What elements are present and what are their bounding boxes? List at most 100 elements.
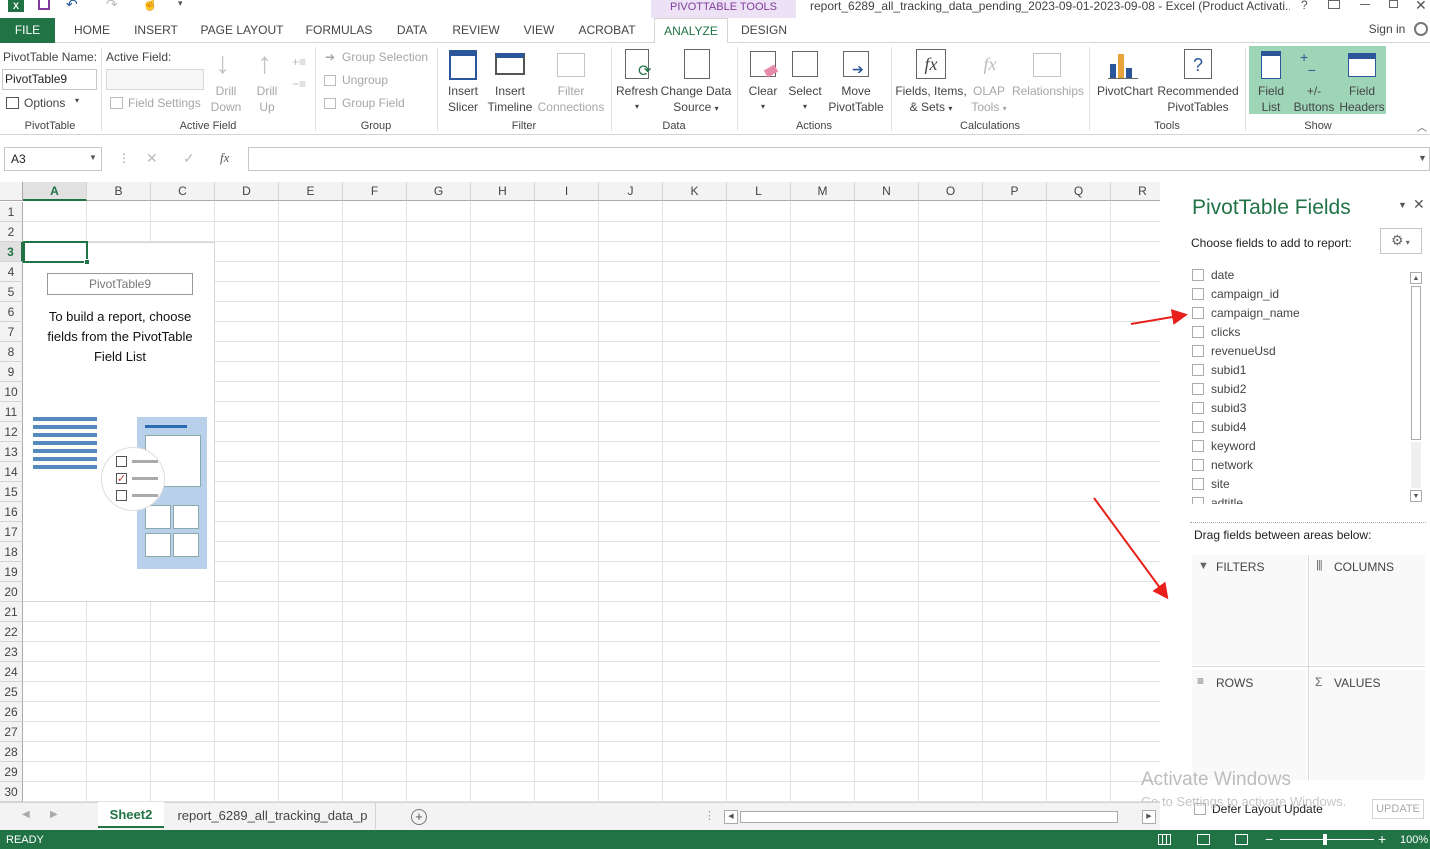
field-checkbox[interactable] bbox=[1192, 269, 1204, 281]
help-button[interactable]: ? bbox=[1301, 0, 1308, 12]
field-item-subid1[interactable]: subid1 bbox=[1192, 363, 1246, 382]
group-field-button[interactable]: Group Field bbox=[342, 96, 405, 110]
row-header-6[interactable]: 6 bbox=[0, 302, 23, 322]
selected-cell-a3[interactable] bbox=[23, 241, 88, 263]
hscroll-right-icon[interactable]: ▶ bbox=[1142, 810, 1156, 824]
fill-handle[interactable] bbox=[84, 259, 90, 265]
expand-field-icon[interactable]: +≡ bbox=[292, 55, 306, 69]
expand-formula-bar-icon[interactable]: ▼ bbox=[1418, 153, 1427, 163]
ribbon-display-options-icon[interactable] bbox=[1328, 0, 1340, 9]
zoom-in-icon[interactable]: + bbox=[1378, 831, 1386, 847]
field-item-revenueusd[interactable]: revenueUsd bbox=[1192, 344, 1276, 363]
row-header-27[interactable]: 27 bbox=[0, 722, 23, 742]
column-header-a[interactable]: A bbox=[23, 182, 87, 201]
scroll-tabs-left-icon[interactable]: ◀ bbox=[22, 809, 30, 820]
column-header-d[interactable]: D bbox=[215, 182, 279, 201]
tab-review[interactable]: REVIEW bbox=[448, 18, 504, 43]
column-header-m[interactable]: M bbox=[791, 182, 855, 201]
zoom-level[interactable]: 100% bbox=[1400, 834, 1428, 846]
clear-button[interactable]: Clear ▾ bbox=[744, 83, 782, 115]
row-header-15[interactable]: 15 bbox=[0, 482, 23, 502]
options-dropdown-icon[interactable]: ▾ bbox=[75, 96, 79, 105]
tools-gear-button[interactable]: ⚙ ▾ bbox=[1380, 228, 1422, 254]
olap-tools-button[interactable]: OLAP Tools ▾ bbox=[968, 83, 1010, 117]
field-checkbox[interactable] bbox=[1192, 421, 1204, 433]
tab-view[interactable]: VIEW bbox=[518, 18, 560, 43]
row-header-17[interactable]: 17 bbox=[0, 522, 23, 542]
field-item-date[interactable]: date bbox=[1192, 268, 1234, 287]
row-header-24[interactable]: 24 bbox=[0, 662, 23, 682]
customize-qat-icon[interactable]: ▾ bbox=[178, 0, 183, 9]
pivotchart-button[interactable]: PivotChart bbox=[1094, 83, 1156, 99]
insert-function-button[interactable]: fx bbox=[220, 150, 229, 166]
worksheet-grid[interactable]: ABCDEFGHIJKLMNOPQR 1 2 3 4 5 6 7 8 9 10 11 12 13 14 15… bbox=[0, 182, 1160, 802]
insert-slicer-button[interactable]: Insert Slicer bbox=[441, 83, 485, 115]
column-header-l[interactable]: L bbox=[727, 182, 791, 201]
column-header-i[interactable]: I bbox=[535, 182, 599, 201]
field-checkbox[interactable] bbox=[1192, 288, 1204, 300]
save-icon[interactable] bbox=[38, 0, 50, 10]
zoom-slider-thumb[interactable] bbox=[1323, 834, 1327, 845]
select-button[interactable]: Select ▾ bbox=[785, 83, 825, 115]
column-header-g[interactable]: G bbox=[407, 182, 471, 201]
pivottable-name-input[interactable]: PivotTable9 bbox=[2, 69, 97, 90]
row-header-13[interactable]: 13 bbox=[0, 442, 23, 462]
active-field-input[interactable] bbox=[106, 69, 204, 90]
row-header-8[interactable]: 8 bbox=[0, 342, 23, 362]
zoom-out-icon[interactable]: − bbox=[1265, 831, 1273, 847]
move-pivottable-button[interactable]: Move PivotTable bbox=[826, 83, 886, 115]
row-header-29[interactable]: 29 bbox=[0, 762, 23, 782]
fields-items-sets-button[interactable]: Fields, Items, & Sets ▾ bbox=[893, 83, 969, 117]
row-header-1[interactable]: 1 bbox=[0, 202, 23, 222]
row-header-5[interactable]: 5 bbox=[0, 282, 23, 302]
column-header-c[interactable]: C bbox=[151, 182, 215, 201]
field-checkbox[interactable] bbox=[1192, 497, 1204, 504]
touch-mode-icon[interactable]: ☝ bbox=[142, 0, 158, 12]
tab-file[interactable]: FILE bbox=[0, 18, 55, 43]
field-checkbox[interactable] bbox=[1192, 307, 1204, 319]
column-header-n[interactable]: N bbox=[855, 182, 919, 201]
field-list-button[interactable]: Field List bbox=[1251, 83, 1291, 115]
field-item-subid3[interactable]: subid3 bbox=[1192, 401, 1246, 420]
cancel-entry-icon[interactable]: ✕ bbox=[146, 150, 158, 167]
field-checkbox[interactable] bbox=[1192, 345, 1204, 357]
column-header-o[interactable]: O bbox=[919, 182, 983, 201]
field-item-subid2[interactable]: subid2 bbox=[1192, 382, 1246, 401]
row-header-25[interactable]: 25 bbox=[0, 682, 23, 702]
field-item-campaign-id[interactable]: campaign_id bbox=[1192, 287, 1279, 306]
tab-data[interactable]: DATA bbox=[390, 18, 434, 43]
filter-connections-button[interactable]: Filter Connections bbox=[536, 83, 606, 115]
row-header-30[interactable]: 30 bbox=[0, 782, 23, 802]
zoom-slider-track[interactable] bbox=[1280, 839, 1374, 840]
tab-split-handle[interactable]: ⋮ bbox=[704, 809, 715, 822]
row-header-12[interactable]: 12 bbox=[0, 422, 23, 442]
field-item-campaign-name[interactable]: campaign_name bbox=[1192, 306, 1300, 325]
field-item-site[interactable]: site bbox=[1192, 477, 1230, 496]
tab-analyze[interactable]: ANALYZE bbox=[654, 18, 728, 44]
close-window-button[interactable]: ✕ bbox=[1415, 0, 1427, 14]
group-selection-button[interactable]: Group Selection bbox=[342, 50, 428, 64]
field-item-adtitle[interactable]: adtitle bbox=[1192, 496, 1243, 504]
name-box-dropdown-icon[interactable]: ▼ bbox=[89, 153, 97, 162]
column-header-f[interactable]: F bbox=[343, 182, 407, 201]
sign-in-link[interactable]: Sign in bbox=[1362, 18, 1412, 43]
row-header-4[interactable]: 4 bbox=[0, 262, 23, 282]
field-checkbox[interactable] bbox=[1192, 459, 1204, 471]
page-break-view-icon[interactable] bbox=[1235, 834, 1248, 845]
field-checkbox[interactable] bbox=[1192, 402, 1204, 414]
field-list-scrollbar[interactable]: ▲ ▼ bbox=[1408, 270, 1422, 504]
field-checkbox[interactable] bbox=[1192, 478, 1204, 490]
insert-timeline-button[interactable]: Insert Timeline bbox=[485, 83, 535, 115]
column-header-p[interactable]: P bbox=[983, 182, 1047, 201]
row-header-16[interactable]: 16 bbox=[0, 502, 23, 522]
row-header-14[interactable]: 14 bbox=[0, 462, 23, 482]
normal-view-icon[interactable] bbox=[1158, 834, 1171, 845]
tab-acrobat[interactable]: ACROBAT bbox=[574, 18, 640, 43]
collapse-field-icon[interactable]: −≡ bbox=[292, 77, 306, 91]
field-checkbox[interactable] bbox=[1192, 383, 1204, 395]
row-header-22[interactable]: 22 bbox=[0, 622, 23, 642]
column-header-b[interactable]: B bbox=[87, 182, 151, 201]
hscroll-thumb[interactable] bbox=[740, 811, 1118, 823]
row-header-23[interactable]: 23 bbox=[0, 642, 23, 662]
recommended-pivottables-button[interactable]: Recommended PivotTables bbox=[1156, 83, 1240, 115]
